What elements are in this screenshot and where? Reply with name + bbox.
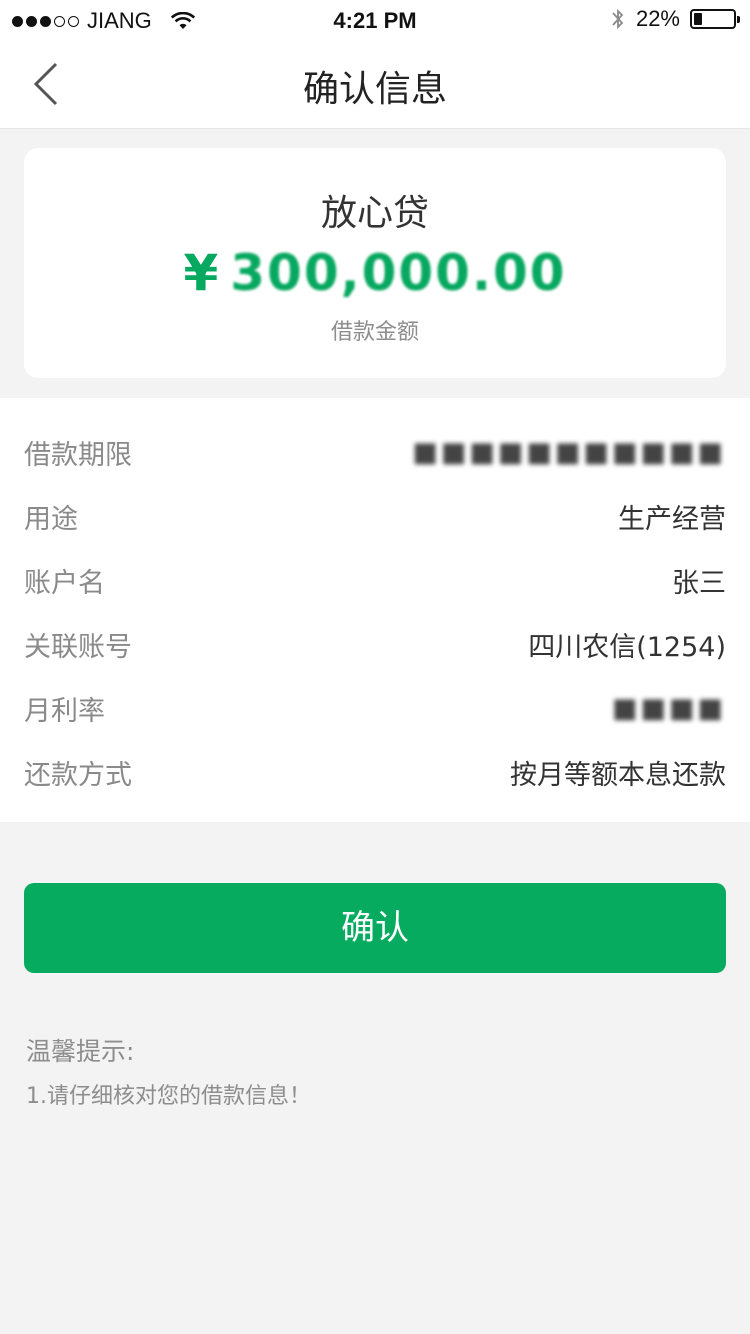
battery-tip xyxy=(737,16,740,23)
detail-value: 按月等额本息还款 xyxy=(510,759,726,791)
battery-icon xyxy=(690,9,740,29)
nav-bar: 确认信息 xyxy=(0,40,750,129)
bluetooth-icon xyxy=(612,8,624,30)
detail-label: 账户名 xyxy=(24,567,105,599)
detail-label: 借款期限 xyxy=(24,439,132,471)
amount-value: 300,000.00 xyxy=(230,244,567,302)
product-name: 放心贷 xyxy=(320,193,429,234)
detail-label: 关联账号 xyxy=(24,631,132,663)
detail-row-repayment-method: 还款方式 按月等额本息还款 xyxy=(24,740,726,804)
detail-row-account-name: 账户名 张三 xyxy=(24,548,726,612)
tips-line: 1.请仔细核对您的借款信息！ xyxy=(26,1084,311,1109)
detail-value: 张三 xyxy=(672,567,726,599)
detail-label: 还款方式 xyxy=(24,759,132,791)
detail-label: 用途 xyxy=(24,503,78,535)
loan-amount-card: 放心贷 ¥300,000.00 借款金额 xyxy=(24,148,726,378)
detail-value: 四川农信(1254) xyxy=(528,631,726,663)
detail-row-linked-account: 关联账号 四川农信(1254) xyxy=(24,612,726,676)
loan-details-list: 借款期限 ■■■■■■■■■■■ 用途 生产经营 账户名 张三 关联账号 四川农… xyxy=(0,398,750,822)
page-title: 确认信息 xyxy=(302,69,447,110)
amount-label: 借款金额 xyxy=(330,320,419,345)
currency-symbol: ¥ xyxy=(183,244,221,302)
tips-section: 温馨提示: 1.请仔细核对您的借款信息！ xyxy=(26,1032,726,1110)
confirm-button[interactable]: 确认 xyxy=(24,883,726,973)
loan-amount: ¥300,000.00 xyxy=(24,244,726,302)
detail-value: ■■■■ xyxy=(611,692,726,724)
detail-row-term: 借款期限 ■■■■■■■■■■■ xyxy=(24,420,726,484)
tips-title: 温馨提示: xyxy=(26,1037,135,1066)
battery-percent: 22% xyxy=(635,6,680,31)
status-bar-right: 22% xyxy=(610,6,740,32)
detail-row-monthly-rate: 月利率 ■■■■ xyxy=(24,676,726,740)
detail-value: ■■■■■■■■■■■ xyxy=(412,436,726,468)
detail-label: 月利率 xyxy=(24,695,105,727)
detail-value: 生产经营 xyxy=(618,503,726,535)
detail-row-purpose: 用途 生产经营 xyxy=(24,484,726,548)
status-bar: JIANG 4:21 PM 22% xyxy=(0,0,750,40)
battery-level xyxy=(694,13,702,25)
